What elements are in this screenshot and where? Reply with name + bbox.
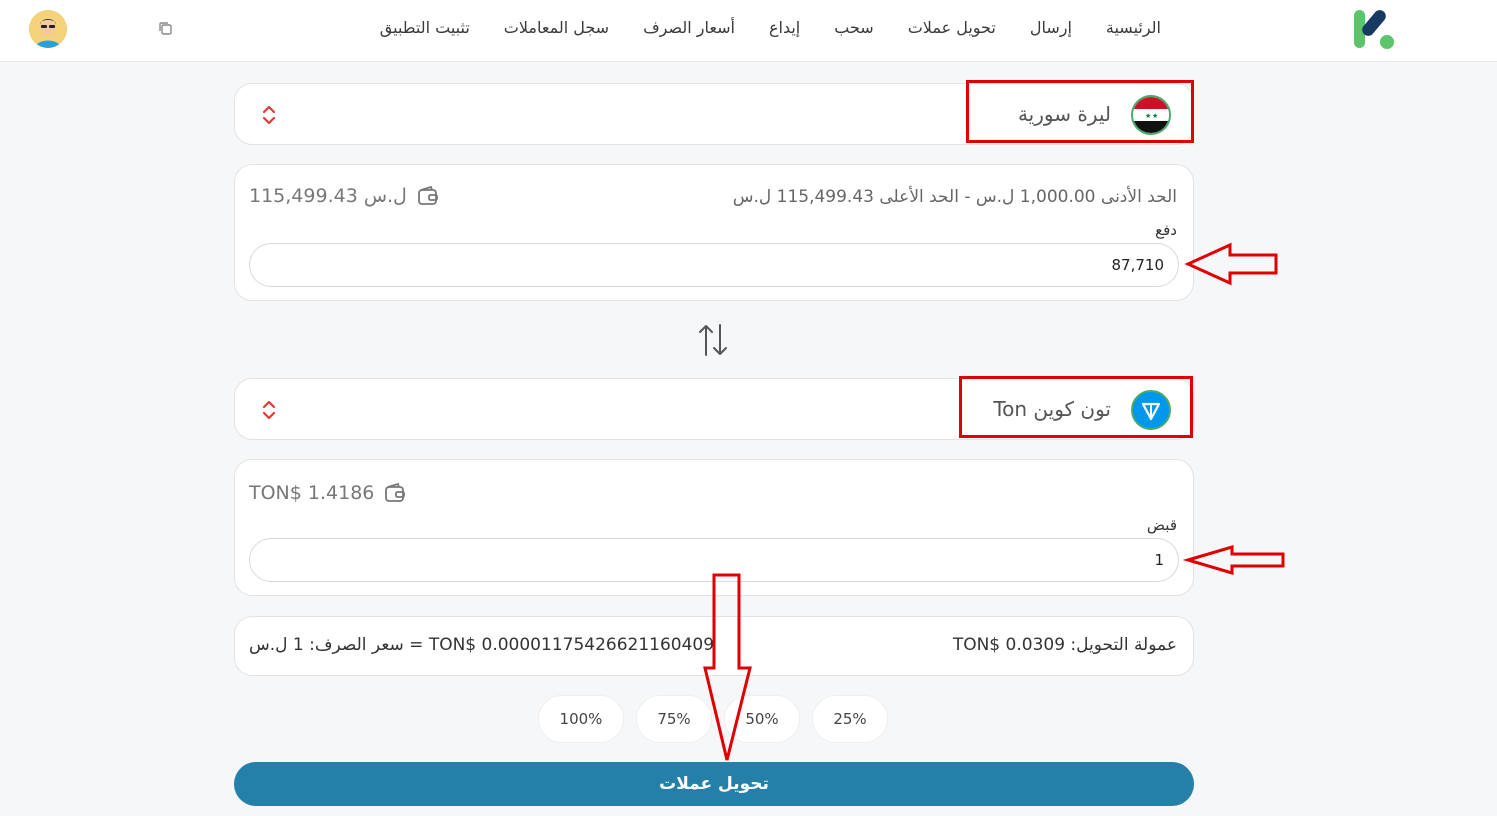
receive-amount-card: TON$ 1.4186 قبض 1 [234, 459, 1194, 596]
chevron-up-down-icon [262, 105, 276, 125]
nav-item-withdraw[interactable]: سحب [834, 18, 873, 37]
pay-balance: 115,499.43 ل.س [249, 185, 439, 207]
swap-arrows-icon[interactable] [697, 322, 729, 358]
nav-item-history[interactable]: سجل المعاملات [504, 18, 609, 37]
copy-icon[interactable] [157, 20, 175, 38]
convert-submit-button[interactable]: تحويل عملات [234, 762, 1194, 806]
nav-item-exchange[interactable]: تحويل عملات [908, 18, 996, 37]
main-nav: الرئيسية إرسال تحويل عملات سحب إيداع أسع… [380, 18, 1161, 37]
annotation-box-from-currency [966, 80, 1194, 143]
wallet-icon [417, 185, 438, 205]
percent-50-button[interactable]: 50% [724, 695, 800, 743]
percent-25-button[interactable]: 25% [812, 695, 888, 743]
conversion-fee: عمولة التحويل: TON$ 0.0309 [952, 635, 1177, 655]
nav-item-deposit[interactable]: إيداع [769, 18, 800, 37]
percent-100-button[interactable]: 100% [538, 695, 624, 743]
annotation-box-to-currency [959, 376, 1193, 438]
percent-75-button[interactable]: 75% [636, 695, 712, 743]
nav-item-send[interactable]: إرسال [1030, 18, 1072, 37]
avatar-icon [29, 10, 67, 48]
receive-balance-value: TON$ 1.4186 [249, 482, 375, 504]
conversion-info-card: عمولة التحويل: TON$ 0.0309 سعر الصرف: 1 … [234, 616, 1194, 676]
pay-field-label: دفع [1155, 221, 1177, 239]
receive-field-label: قبض [1146, 516, 1177, 534]
nav-item-install-app[interactable]: تثبيت التطبيق [380, 18, 470, 37]
pay-balance-value: 115,499.43 ل.س [249, 185, 407, 207]
limits-text: الحد الأدنى 1,000.00 ل.س - الحد الأعلى 1… [732, 187, 1177, 207]
wallet-icon [385, 482, 406, 502]
user-avatar[interactable] [29, 10, 67, 48]
receive-balance: TON$ 1.4186 [249, 482, 406, 504]
annotation-arrow-receive-input [1182, 544, 1285, 576]
annotation-arrow-pay-input [1184, 242, 1278, 286]
exchange-rate: سعر الصرف: 1 ل.س = TON$ 0.00001175426621… [249, 635, 715, 655]
brand-logo[interactable] [1352, 6, 1398, 52]
nav-item-home[interactable]: الرئيسية [1106, 18, 1161, 37]
chevron-up-down-icon [262, 400, 276, 420]
nav-item-rates[interactable]: أسعار الصرف [643, 18, 735, 37]
pay-amount-card: الحد الأدنى 1,000.00 ل.س - الحد الأعلى 1… [234, 164, 1194, 301]
pay-amount-input[interactable]: 87,710 [249, 243, 1179, 287]
top-navigation-bar: الرئيسية إرسال تحويل عملات سحب إيداع أسع… [0, 0, 1497, 62]
receive-amount-input[interactable]: 1 [249, 538, 1179, 582]
